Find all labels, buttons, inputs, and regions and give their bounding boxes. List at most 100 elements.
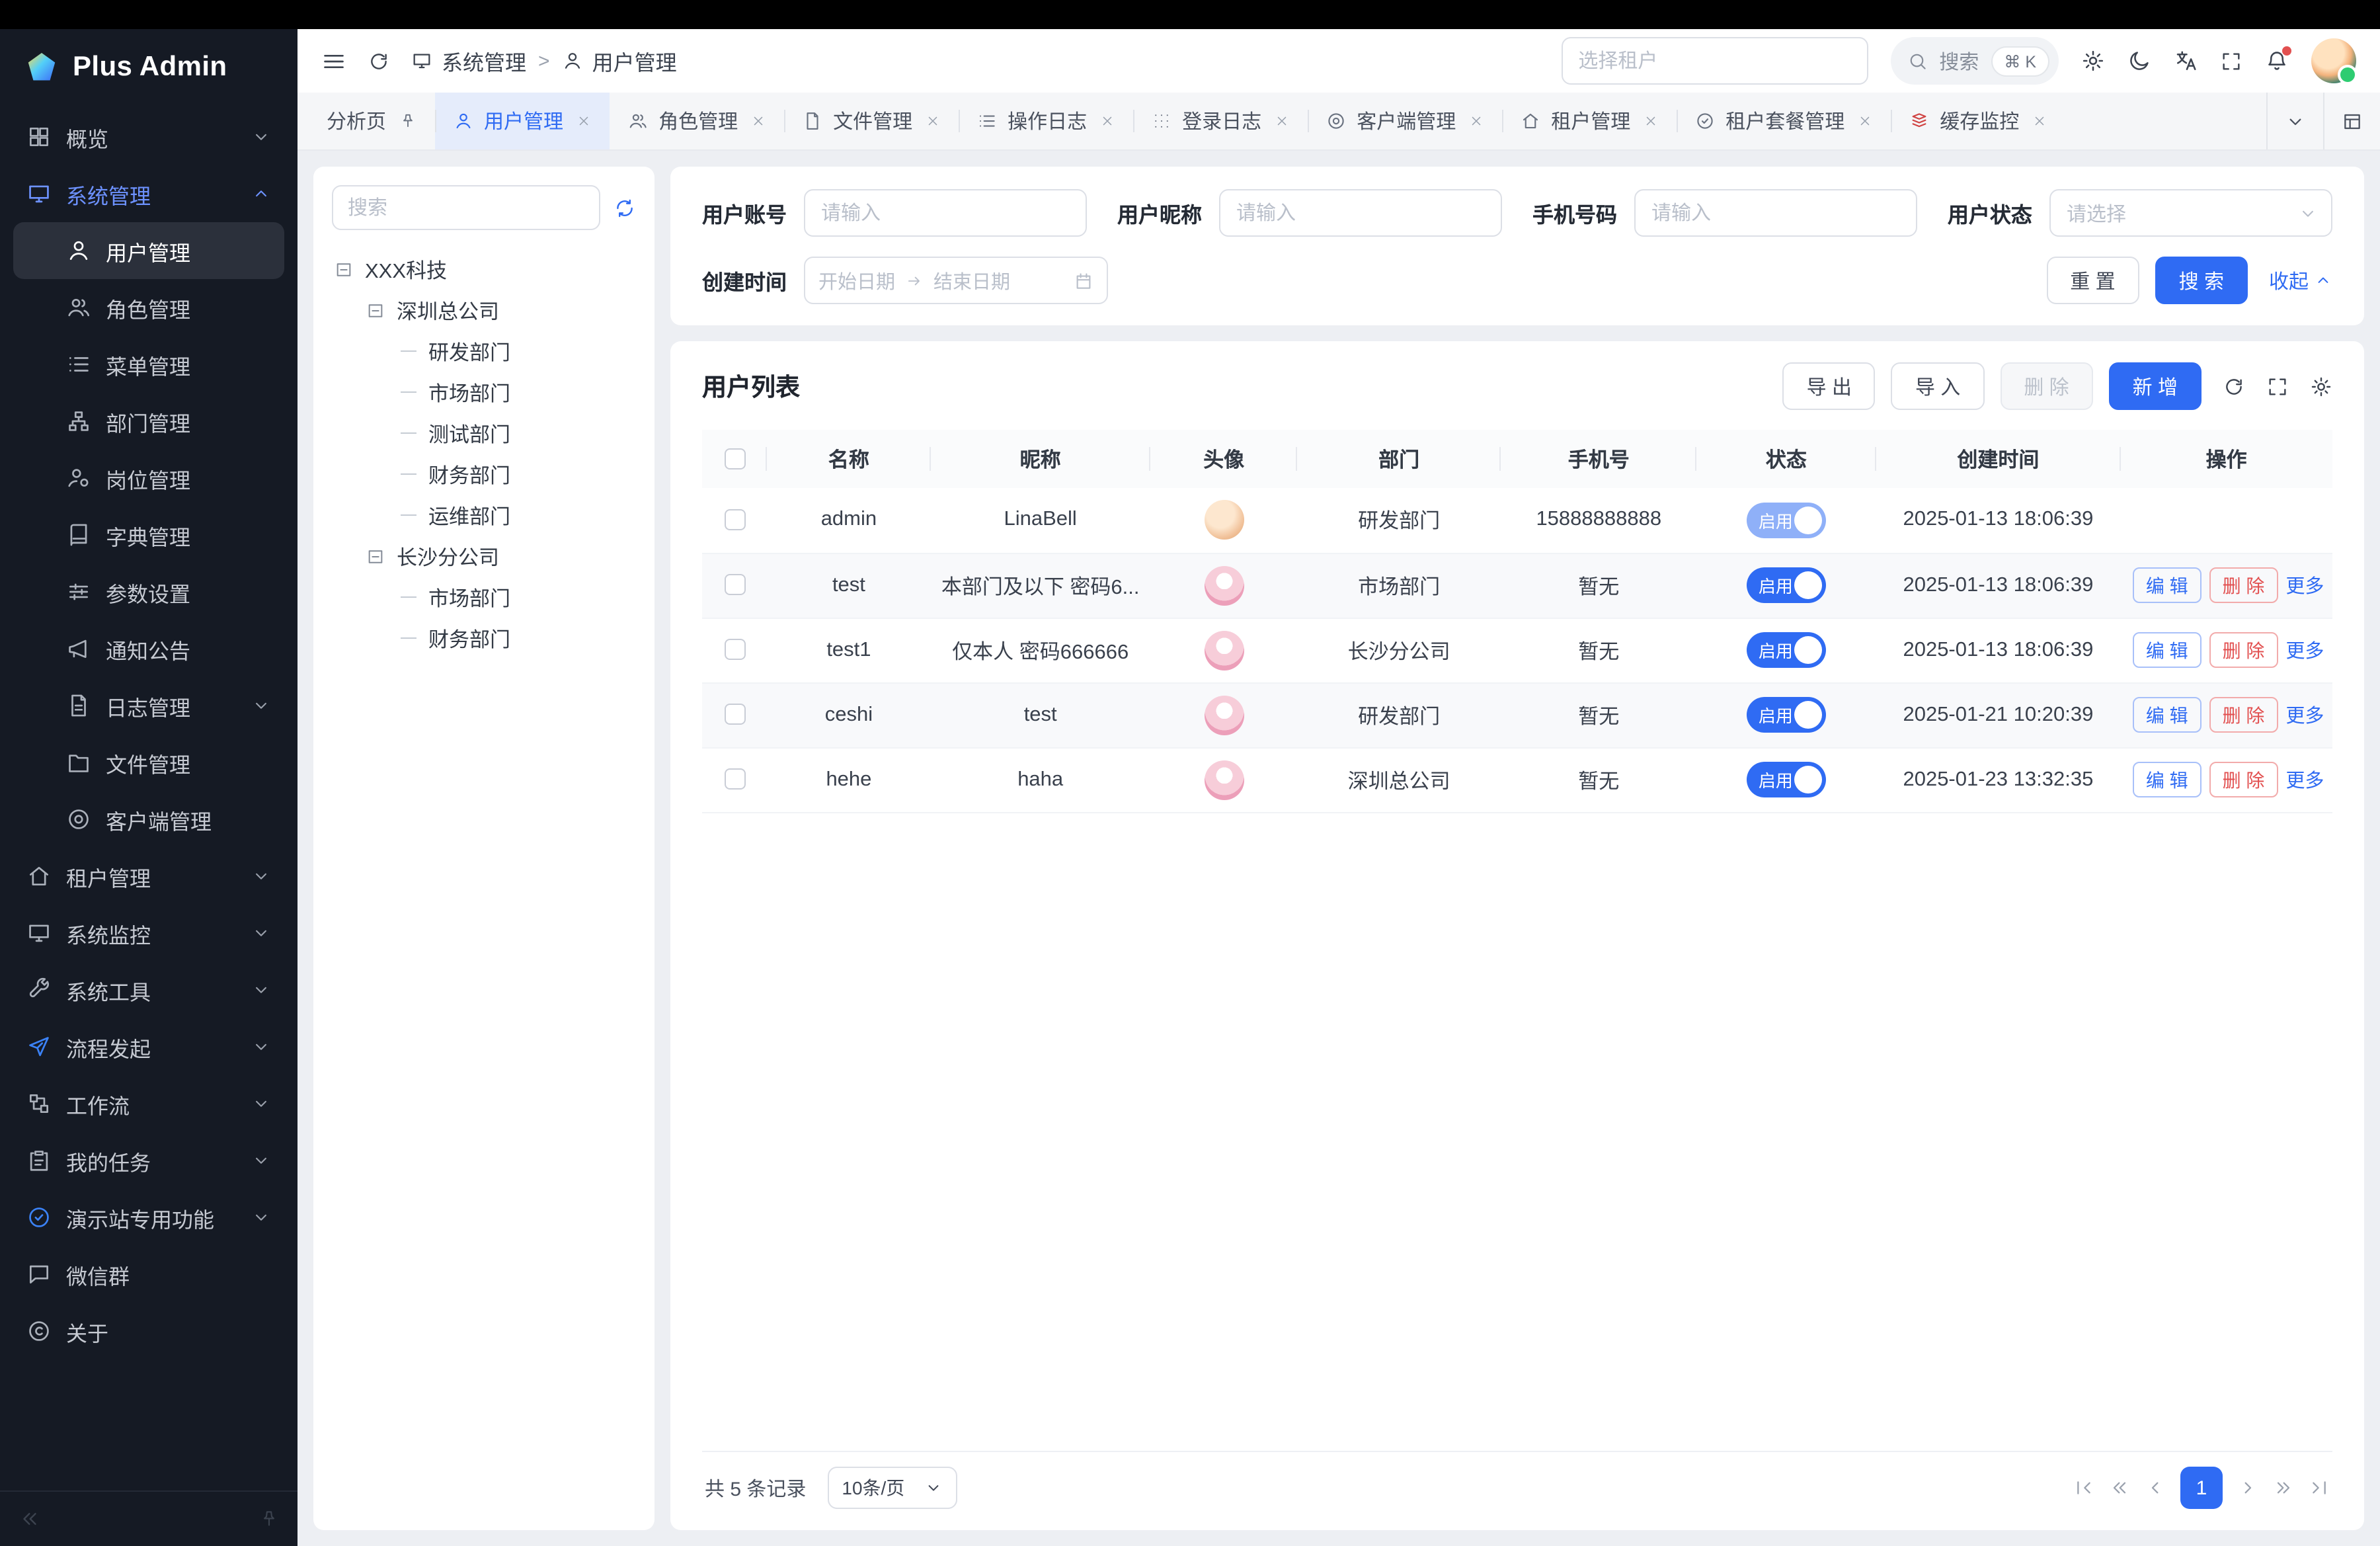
row-more-button[interactable]: 更多 bbox=[2285, 576, 2324, 597]
sidebar-item-demo-features[interactable]: 演示站专用功能 bbox=[13, 1189, 284, 1246]
current-page[interactable]: 1 bbox=[2180, 1467, 2223, 1509]
tree-node[interactable]: 测试部门 bbox=[332, 413, 636, 454]
tab-close-button[interactable] bbox=[2032, 114, 2047, 128]
tree-node[interactable]: 运维部门 bbox=[332, 495, 636, 536]
row-delete-button[interactable]: 删 除 bbox=[2209, 567, 2278, 603]
search-button[interactable]: 搜 索 bbox=[2155, 257, 2248, 304]
row-delete-button[interactable]: 删 除 bbox=[2209, 632, 2278, 668]
table-refresh-button[interactable] bbox=[2223, 375, 2245, 397]
notifications-button[interactable] bbox=[2265, 49, 2289, 73]
delete-button[interactable]: 删 除 bbox=[2000, 362, 2092, 410]
row-edit-button[interactable]: 编 辑 bbox=[2133, 697, 2202, 733]
sidebar-item-my-tasks[interactable]: 我的任务 bbox=[13, 1132, 284, 1189]
tree-expander-icon[interactable] bbox=[335, 260, 353, 278]
status-toggle[interactable]: 启用 bbox=[1747, 632, 1826, 668]
sidebar-item-dept-mgmt[interactable]: 部门管理 bbox=[13, 393, 284, 450]
tab-role-mgmt[interactable]: 角色管理 bbox=[610, 93, 784, 149]
tree-node[interactable]: 市场部门 bbox=[332, 372, 636, 413]
settings-button[interactable] bbox=[2081, 49, 2105, 73]
sidebar-item-log-mgmt[interactable]: 日志管理 bbox=[13, 677, 284, 734]
sidebar-item-role-mgmt[interactable]: 角色管理 bbox=[13, 279, 284, 336]
sidebar-item-client-mgmt[interactable]: 客户端管理 bbox=[13, 791, 284, 848]
sidebar-item-sys-monitor[interactable]: 系统监控 bbox=[13, 905, 284, 961]
sidebar-item-notice[interactable]: 通知公告 bbox=[13, 620, 284, 677]
next-jump-button[interactable] bbox=[2273, 1477, 2294, 1498]
row-checkbox[interactable] bbox=[724, 704, 745, 725]
tab-client-mgmt[interactable]: 客户端管理 bbox=[1308, 93, 1502, 149]
tree-node[interactable]: 财务部门 bbox=[332, 454, 636, 495]
tab-close-button[interactable] bbox=[1644, 114, 1658, 128]
row-delete-button[interactable]: 删 除 bbox=[2209, 762, 2278, 797]
tab-tenant-mgmt[interactable]: 租户管理 bbox=[1502, 93, 1677, 149]
tab-file-mgmt[interactable]: 文件管理 bbox=[784, 93, 959, 149]
page-refresh-button[interactable] bbox=[368, 50, 390, 72]
sidebar-item-param-settings[interactable]: 参数设置 bbox=[13, 563, 284, 620]
row-edit-button[interactable]: 编 辑 bbox=[2133, 762, 2202, 797]
breadcrumb-user-mgmt[interactable]: 用户管理 bbox=[562, 45, 677, 77]
account-input[interactable] bbox=[804, 189, 1087, 237]
profile-avatar[interactable] bbox=[2311, 38, 2356, 83]
sidebar-item-about[interactable]: 关于 bbox=[13, 1303, 284, 1360]
tree-refresh-button[interactable] bbox=[614, 196, 636, 219]
sidebar-item-wechat-group[interactable]: 微信群 bbox=[13, 1246, 284, 1303]
export-button[interactable]: 导 出 bbox=[1783, 362, 1876, 410]
tab-close-button[interactable] bbox=[576, 114, 591, 128]
last-page-button[interactable] bbox=[2309, 1477, 2330, 1498]
collapse-filters-link[interactable]: 收起 bbox=[2269, 266, 2332, 294]
sidebar-item-menu-mgmt[interactable]: 菜单管理 bbox=[13, 336, 284, 393]
sidebar-item-overview[interactable]: 概览 bbox=[13, 108, 284, 165]
status-toggle[interactable]: 启用 bbox=[1747, 762, 1826, 797]
tree-expander-icon[interactable] bbox=[366, 301, 385, 319]
sidebar-item-file-mgmt[interactable]: 文件管理 bbox=[13, 734, 284, 791]
row-more-button[interactable]: 更多 bbox=[2285, 706, 2324, 727]
status-toggle[interactable]: 启用 bbox=[1747, 697, 1826, 733]
status-toggle[interactable]: 启用 bbox=[1747, 503, 1826, 538]
status-toggle[interactable]: 启用 bbox=[1747, 567, 1826, 603]
tab-close-button[interactable] bbox=[751, 114, 766, 128]
add-button[interactable]: 新 增 bbox=[2109, 362, 2202, 410]
row-checkbox[interactable] bbox=[724, 639, 745, 661]
row-checkbox[interactable] bbox=[724, 509, 745, 530]
sidebar-item-workflow[interactable]: 工作流 bbox=[13, 1075, 284, 1132]
page-size-select[interactable]: 10条/页 bbox=[827, 1467, 957, 1509]
sidebar-item-system-mgmt[interactable]: 系统管理 bbox=[13, 165, 284, 222]
tree-node[interactable]: 长沙分公司 bbox=[332, 536, 636, 577]
tab-user-mgmt[interactable]: 用户管理 bbox=[435, 93, 610, 149]
first-page-button[interactable] bbox=[2073, 1477, 2094, 1498]
tab-login-log[interactable]: 登录日志 bbox=[1133, 93, 1308, 149]
tab-tenant-package-mgmt[interactable]: 租户套餐管理 bbox=[1677, 93, 1891, 149]
menu-toggle-button[interactable] bbox=[321, 48, 346, 73]
phone-input[interactable] bbox=[1634, 189, 1917, 237]
row-checkbox[interactable] bbox=[724, 575, 745, 596]
sidebar-item-post-mgmt[interactable]: 岗位管理 bbox=[13, 450, 284, 507]
tree-node[interactable]: 研发部门 bbox=[332, 331, 636, 372]
sidebar-item-user-mgmt[interactable]: 用户管理 bbox=[13, 222, 284, 279]
fullscreen-button[interactable] bbox=[2220, 50, 2242, 72]
table-settings-button[interactable] bbox=[2310, 375, 2332, 397]
tab-tools-button[interactable] bbox=[2323, 93, 2380, 149]
row-checkbox[interactable] bbox=[724, 769, 745, 790]
row-more-button[interactable]: 更多 bbox=[2285, 641, 2324, 662]
tab-analysis[interactable]: 分析页 bbox=[308, 93, 435, 149]
sidebar-pin-button[interactable] bbox=[259, 1509, 279, 1529]
tab-op-log[interactable]: 操作日志 bbox=[959, 93, 1133, 149]
pin-icon[interactable] bbox=[399, 112, 416, 130]
tab-cache-monitor[interactable]: 缓存监控 bbox=[1891, 93, 2065, 149]
tab-close-button[interactable] bbox=[1275, 114, 1289, 128]
tab-list-button[interactable] bbox=[2266, 93, 2323, 149]
language-button[interactable] bbox=[2174, 49, 2198, 73]
date-range-picker[interactable]: 开始日期 结束日期 bbox=[804, 257, 1108, 304]
prev-page-button[interactable] bbox=[2145, 1477, 2166, 1498]
prev-jump-button[interactable] bbox=[2109, 1477, 2130, 1498]
tab-close-button[interactable] bbox=[926, 114, 940, 128]
sidebar-item-sys-tools[interactable]: 系统工具 bbox=[13, 961, 284, 1018]
tab-close-button[interactable] bbox=[1100, 114, 1115, 128]
select-all-checkbox[interactable] bbox=[724, 448, 745, 469]
tab-close-button[interactable] bbox=[1469, 114, 1484, 128]
tree-node[interactable]: 市场部门 bbox=[332, 577, 636, 618]
sidebar-item-process-start[interactable]: 流程发起 bbox=[13, 1018, 284, 1075]
row-edit-button[interactable]: 编 辑 bbox=[2133, 632, 2202, 668]
tree-node[interactable]: 深圳总公司 bbox=[332, 290, 636, 331]
row-delete-button[interactable]: 删 除 bbox=[2209, 697, 2278, 733]
sidebar-collapse-button[interactable] bbox=[19, 1508, 41, 1530]
